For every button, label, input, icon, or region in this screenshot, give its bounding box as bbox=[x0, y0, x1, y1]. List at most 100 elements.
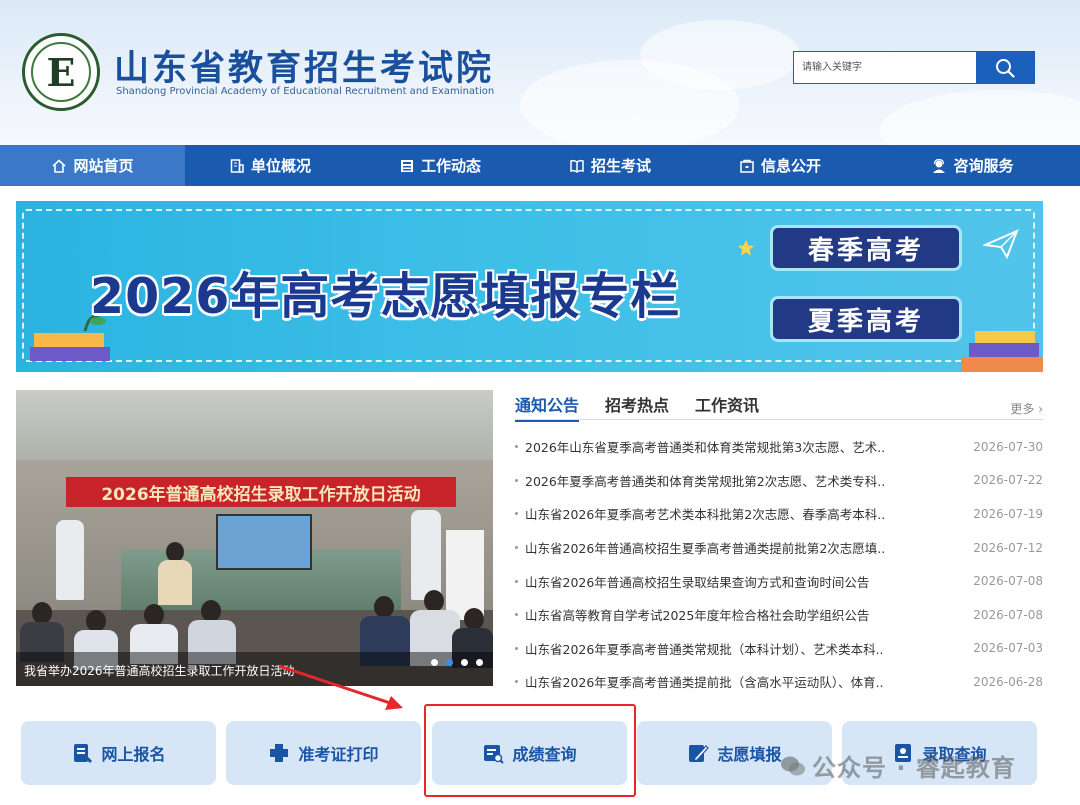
photo-person bbox=[144, 604, 164, 626]
gaokao-banner[interactable]: 2026年高考志愿填报专栏 春季高考 夏季高考 bbox=[16, 201, 1043, 372]
news-title[interactable]: 山东省2026年普通高校招生录取结果查询方式和查询时间公告 bbox=[525, 572, 961, 591]
site-header: E 山东省教育招生考试院 Shandong Provincial Academy… bbox=[0, 0, 1080, 145]
nav-item-work-news[interactable]: 工作动态 bbox=[355, 145, 525, 186]
bullet-icon bbox=[515, 579, 518, 583]
watermark-text: 公众号 · 睿匙教育 bbox=[812, 754, 1016, 782]
search-button[interactable] bbox=[976, 52, 1034, 83]
slide-dot-active[interactable] bbox=[446, 659, 453, 666]
site-title[interactable]: 山东省教育招生考试院 bbox=[114, 40, 494, 91]
tab-exam-hot[interactable]: 招考热点 bbox=[605, 392, 669, 416]
news-date: 2026-07-30 bbox=[973, 439, 1043, 454]
slideshow-dots bbox=[431, 659, 483, 666]
photo-ceiling bbox=[16, 390, 493, 460]
list-item[interactable]: 2026年山东省夏季高考普通类和体育类常规批第3次志愿、艺术.. 2026-07-… bbox=[515, 430, 1043, 464]
book-icon bbox=[570, 159, 584, 173]
photo-person bbox=[464, 608, 484, 630]
quick-link-label: 志愿填报 bbox=[717, 745, 782, 764]
register-icon bbox=[74, 744, 93, 764]
news-date: 2026-07-19 bbox=[973, 506, 1043, 521]
photo-person bbox=[424, 590, 444, 612]
news-date: 2026-07-08 bbox=[973, 574, 1043, 589]
list-item[interactable]: 2026年夏季高考普通类和体育类常规批第2次志愿、艺术类专科.. 2026-07-… bbox=[515, 464, 1043, 498]
nav-item-home[interactable]: 网站首页 bbox=[0, 145, 185, 186]
nav-item-label: 招生考试 bbox=[590, 157, 651, 175]
slideshow-caption[interactable]: 我省举办2026年普通高校招生录取工作开放日活动 bbox=[24, 662, 295, 679]
list-item[interactable]: 山东省2026年夏季高考普通类常规批（本科计划）、艺术类本科.. 2026-07-… bbox=[515, 632, 1043, 666]
logo-ring bbox=[31, 42, 91, 102]
highlight-box bbox=[424, 704, 636, 797]
online-registration-button[interactable]: 网上报名 bbox=[21, 721, 216, 785]
more-link-label: 更多 bbox=[1010, 402, 1035, 416]
news-icon bbox=[400, 159, 413, 172]
support-icon bbox=[933, 158, 946, 173]
news-title[interactable]: 山东省2026年夏季高考普通类常规批（本科计划）、艺术类本科.. bbox=[525, 639, 961, 658]
photo-vase bbox=[411, 510, 441, 600]
news-title[interactable]: 2026年山东省夏季高考普通类和体育类常规批第3次志愿、艺术.. bbox=[525, 437, 961, 456]
photo-person bbox=[32, 602, 52, 624]
info-icon bbox=[740, 159, 754, 173]
admission-ticket-print-button[interactable]: 准考证打印 bbox=[226, 721, 421, 785]
site-subtitle: Shandong Provincial Academy of Education… bbox=[116, 86, 495, 97]
nav-item-label: 网站首页 bbox=[73, 157, 134, 175]
news-title[interactable]: 山东省高等教育自学考试2025年度年检合格社会助学组织公告 bbox=[525, 605, 961, 624]
summer-gaokao-button[interactable]: 夏季高考 bbox=[770, 296, 962, 342]
search-box bbox=[793, 51, 1035, 84]
bullet-icon bbox=[515, 445, 518, 449]
news-slideshow[interactable]: 2026年普通高校招生录取工作开放日活动 我省举办2026年普通高校招生录取工作… bbox=[16, 390, 493, 686]
quick-link-label: 网上报名 bbox=[101, 745, 166, 764]
news-title[interactable]: 山东省2026年普通高校招生夏季高考普通类提前批第2次志愿填.. bbox=[525, 538, 961, 557]
main-nav: 网站首页 单位概况 工作动态 招生考试 信息公开 咨询服务 bbox=[0, 145, 1080, 186]
tab-notices[interactable]: 通知公告 bbox=[515, 392, 580, 422]
list-item[interactable]: 山东省2026年普通高校招生录取结果查询方式和查询时间公告 2026-07-08 bbox=[515, 564, 1043, 598]
news-date: 2026-07-22 bbox=[973, 473, 1043, 488]
photo-person bbox=[86, 610, 106, 632]
slide-dot[interactable] bbox=[476, 659, 483, 666]
site-logo[interactable]: E bbox=[22, 33, 100, 111]
quick-link-label: 准考证打印 bbox=[298, 745, 379, 764]
nav-item-exams[interactable]: 招生考试 bbox=[525, 145, 695, 186]
nav-item-label: 咨询服务 bbox=[953, 157, 1014, 175]
star-icon bbox=[737, 239, 755, 256]
bullet-icon bbox=[515, 680, 518, 684]
more-link[interactable]: 更多 › bbox=[1010, 400, 1043, 417]
news-list: 2026年山东省夏季高考普通类和体育类常规批第3次志愿、艺术.. 2026-07-… bbox=[515, 430, 1043, 699]
search-input[interactable] bbox=[794, 52, 977, 83]
building-icon bbox=[230, 158, 244, 173]
nav-item-disclosure[interactable]: 信息公开 bbox=[695, 145, 865, 186]
paper-plane-icon bbox=[983, 229, 1019, 259]
nav-item-label: 单位概况 bbox=[250, 157, 311, 175]
tab-work-news[interactable]: 工作资讯 bbox=[695, 392, 759, 416]
nav-item-consult[interactable]: 咨询服务 bbox=[865, 145, 1080, 186]
photo-projector-screen bbox=[216, 514, 312, 570]
list-item[interactable]: 山东省2026年夏季高考普通类提前批（含高水平运动队）、体育.. 2026-06-… bbox=[515, 665, 1043, 699]
news-title[interactable]: 山东省2026年夏季高考艺术类本科批第2次志愿、春季高考本科.. bbox=[525, 504, 961, 523]
news-date: 2026-07-08 bbox=[973, 607, 1043, 622]
home-icon bbox=[52, 158, 67, 173]
news-title[interactable]: 2026年夏季高考普通类和体育类常规批第2次志愿、艺术类专科.. bbox=[525, 471, 961, 490]
bullet-icon bbox=[515, 512, 518, 516]
search-icon bbox=[996, 58, 1015, 78]
bullet-icon bbox=[515, 546, 518, 550]
list-item[interactable]: 山东省高等教育自学考试2025年度年检合格社会助学组织公告 2026-07-08 bbox=[515, 598, 1043, 632]
photo-person bbox=[158, 560, 192, 605]
list-item[interactable]: 山东省2026年夏季高考艺术类本科批第2次志愿、春季高考本科.. 2026-07-… bbox=[515, 497, 1043, 531]
nav-item-about[interactable]: 单位概况 bbox=[185, 145, 355, 186]
wechat-icon bbox=[781, 756, 805, 775]
news-date: 2026-07-12 bbox=[973, 540, 1043, 555]
list-item[interactable]: 山东省2026年普通高校招生夏季高考普通类提前批第2次志愿填.. 2026-07-… bbox=[515, 531, 1043, 565]
bullet-icon bbox=[515, 478, 518, 482]
slide-dot[interactable] bbox=[461, 659, 468, 666]
nav-item-label: 信息公开 bbox=[760, 157, 821, 175]
spring-gaokao-button[interactable]: 春季高考 bbox=[770, 225, 962, 271]
news-date: 2026-06-28 bbox=[973, 674, 1043, 689]
photo-person bbox=[201, 600, 221, 622]
banner-headline: 2026年高考志愿填报专栏 bbox=[90, 268, 681, 325]
news-tabs: 通知公告 招考热点 工作资讯 更多 › bbox=[515, 386, 1043, 422]
bullet-icon bbox=[515, 613, 518, 617]
slide-dot[interactable] bbox=[431, 659, 438, 666]
header-cloud-decoration bbox=[880, 90, 1080, 145]
news-title[interactable]: 山东省2026年夏季高考普通类提前批（含高水平运动队）、体育.. bbox=[525, 672, 961, 691]
photo-person bbox=[374, 596, 394, 618]
photo-vase bbox=[56, 520, 84, 600]
wechat-watermark: 公众号 · 睿匙教育 bbox=[780, 748, 1016, 783]
